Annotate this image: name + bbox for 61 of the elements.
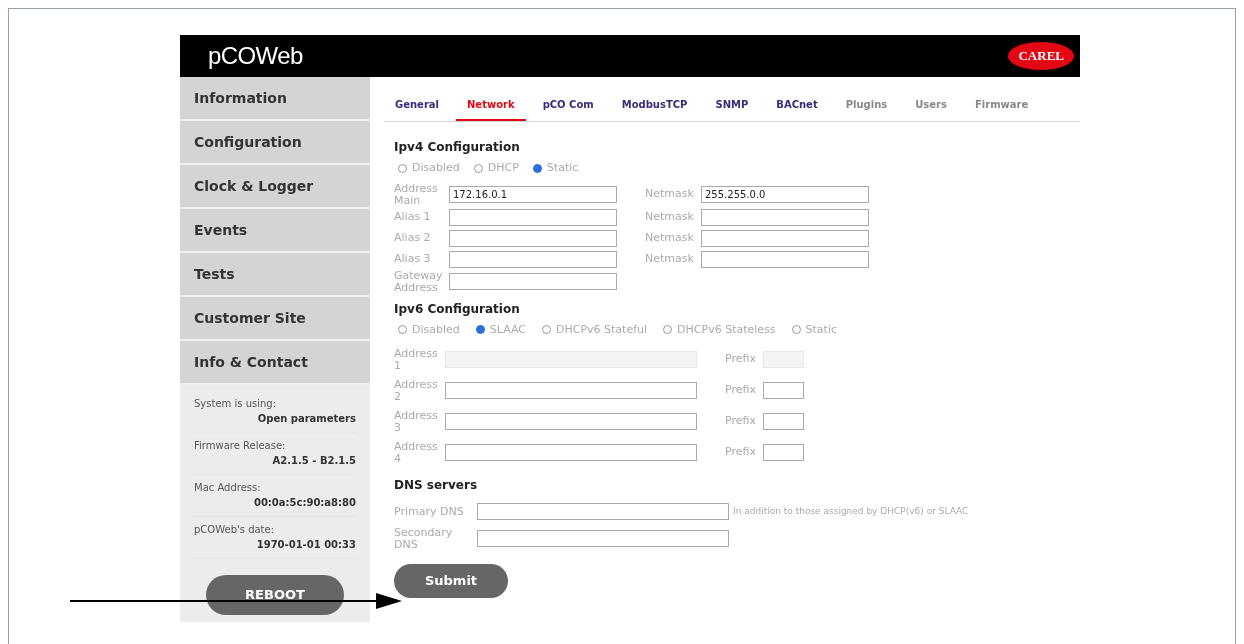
sidebar-item[interactable]: Info & Contact xyxy=(180,341,370,385)
field-label: Netmask xyxy=(645,250,695,267)
input-field[interactable]: 172.16.0.1 xyxy=(449,186,617,203)
radio-label: Disabled xyxy=(412,160,460,176)
sidebar-item[interactable]: Configuration xyxy=(180,121,370,165)
sidebar-item[interactable]: Customer Site xyxy=(180,297,370,341)
field-label: Prefix xyxy=(725,444,757,461)
section-heading: DNS servers xyxy=(394,477,479,494)
info-label: pCOWeb's date: xyxy=(194,523,276,537)
field-label: Netmask xyxy=(645,186,695,203)
field-label: Address Main xyxy=(394,182,439,207)
sidebar-item[interactable]: Events xyxy=(180,209,370,253)
radio-label: Disabled xyxy=(412,321,460,338)
brand-logo: CAREL xyxy=(1008,42,1074,70)
radio-label: DHCPv6 Stateful xyxy=(556,321,648,338)
reboot-button[interactable]: REBOOT xyxy=(206,575,344,615)
tab[interactable]: General xyxy=(384,89,450,121)
field-label: Secondary DNS xyxy=(394,526,454,551)
info-label: Firmware Release: xyxy=(194,439,287,453)
field-label: Address 3 xyxy=(394,409,439,434)
field-label: Gateway Address xyxy=(394,269,444,294)
field-label: Netmask xyxy=(645,208,695,225)
info-value: A2.1.5 - B2.1.5 xyxy=(272,454,356,468)
field-label: Prefix xyxy=(725,413,757,430)
field-label: Netmask xyxy=(645,229,695,246)
field-label: Address 1 xyxy=(394,347,439,372)
radio-label: DHCPv6 Stateless xyxy=(677,321,776,338)
sidebar-item[interactable]: Information xyxy=(180,77,370,121)
field-label: Alias 2 xyxy=(394,232,432,244)
radio-label: SLAAC xyxy=(489,321,526,338)
tab[interactable]: ModbusTCP xyxy=(610,89,699,121)
tab[interactable]: BACnet xyxy=(765,89,829,121)
field-label: Prefix xyxy=(725,351,757,368)
section-heading: Ipv4 Configuration xyxy=(394,139,521,156)
radio-label: Static xyxy=(805,321,837,338)
field-label: Address 2 xyxy=(394,378,439,403)
field-label: Prefix xyxy=(725,382,757,399)
input-field[interactable]: 255.255.0.0 xyxy=(701,186,869,203)
hint-text: In addition to those assigned by DHCP(v6) or SLAAC xyxy=(733,504,969,518)
radio-label: Static xyxy=(546,160,579,176)
tab[interactable]: Firmware xyxy=(964,89,1040,121)
tab[interactable]: SNMP xyxy=(704,89,760,121)
field-label: Primary DNS xyxy=(394,505,465,518)
logo-text: pCOWeb xyxy=(208,41,303,71)
field-label: Alias 1 xyxy=(394,211,432,223)
tab[interactable]: pCO Com xyxy=(531,89,605,121)
field-label: Alias 3 xyxy=(394,253,432,265)
sidebar-item[interactable]: Tests xyxy=(180,253,370,297)
sidebar-item[interactable]: Clock & Logger xyxy=(180,165,370,209)
submit-button[interactable]: Submit xyxy=(394,564,508,598)
tab[interactable]: Plugins xyxy=(834,89,899,121)
info-value: 00:0a:5c:90:a8:80 xyxy=(253,496,356,510)
tab[interactable]: Network xyxy=(456,89,526,121)
field-label: Address 4 xyxy=(394,440,439,465)
section-heading: Ipv6 Configuration xyxy=(394,300,521,318)
info-value: 1970-01-01 00:33 xyxy=(256,538,356,552)
info-value: Open parameters xyxy=(257,412,356,426)
info-label: Mac Address: xyxy=(194,481,262,495)
radio-label: DHCP xyxy=(487,160,519,176)
info-label: System is using: xyxy=(194,397,278,411)
tab[interactable]: Users xyxy=(904,89,958,121)
